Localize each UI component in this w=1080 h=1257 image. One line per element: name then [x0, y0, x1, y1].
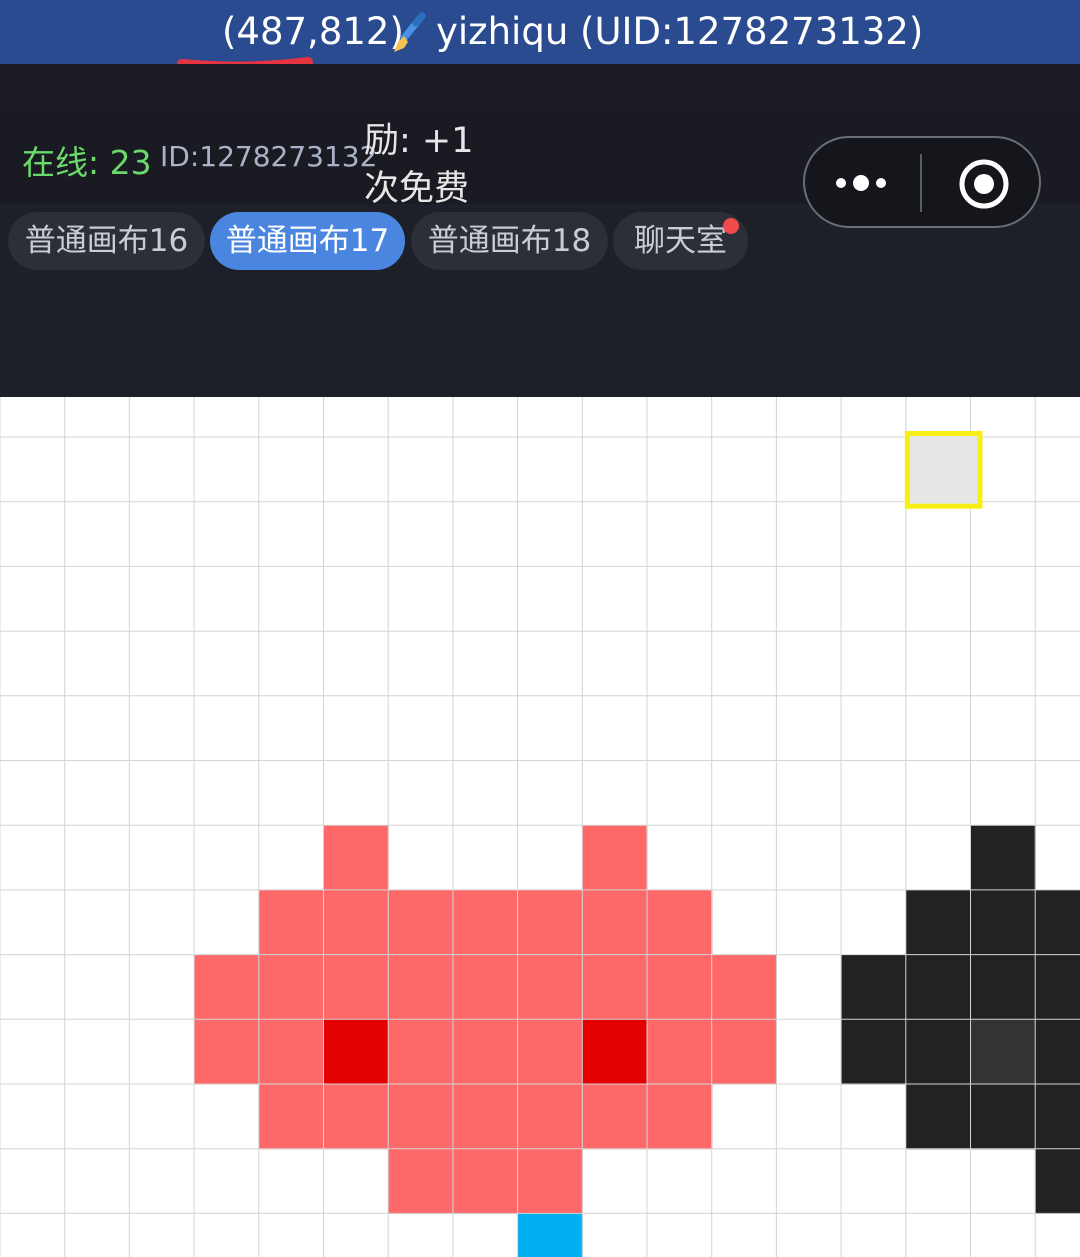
pixel-canvas[interactable] [0, 397, 1080, 1257]
pixel-cell[interactable] [258, 1084, 325, 1150]
pixel-cell[interactable] [905, 954, 972, 1020]
pixel-cell[interactable] [582, 954, 648, 1020]
toolbar-spacer [0, 64, 1080, 110]
pixel-cell[interactable] [452, 1084, 519, 1150]
tab-canvas-17[interactable]: 普通画布17 [210, 212, 405, 270]
selected-cell[interactable] [904, 431, 983, 509]
content-gap [0, 270, 1080, 397]
cursor-coordinates: (487,812) [222, 10, 404, 53]
pixel-cell[interactable] [323, 1084, 389, 1150]
tab-canvas-16[interactable]: 普通画布16 [8, 212, 205, 270]
pixel-cell[interactable] [970, 889, 1036, 956]
pixel-cell[interactable] [258, 954, 325, 1020]
pixel-cell[interactable] [841, 954, 907, 1020]
pixel-cell[interactable] [452, 1148, 519, 1214]
pixel-cell[interactable] [517, 1019, 583, 1085]
pixel-cell[interactable] [1035, 1084, 1080, 1150]
pixel-cell[interactable] [517, 1084, 583, 1150]
pixel-cell[interactable] [970, 825, 1036, 891]
pixel-cell[interactable] [841, 1019, 907, 1085]
pixel-cell[interactable] [711, 1019, 777, 1085]
pixel-cell[interactable] [970, 1019, 1036, 1085]
pixel-cell[interactable] [258, 1019, 325, 1085]
pixel-cell[interactable] [388, 1084, 454, 1150]
pixel-cell[interactable] [582, 825, 648, 891]
more-dots-icon[interactable] [834, 166, 888, 200]
pixel-cell[interactable] [388, 1019, 454, 1085]
pixel-cell[interactable] [970, 954, 1036, 1020]
pixel-cell[interactable] [517, 1213, 583, 1257]
pixel-cell[interactable] [647, 1084, 713, 1150]
pixel-cell[interactable] [258, 889, 325, 956]
pixel-cell[interactable] [323, 954, 389, 1020]
pixel-cell[interactable] [452, 1019, 519, 1085]
pixel-cell[interactable] [647, 1019, 713, 1085]
pixel-cell[interactable] [582, 889, 648, 956]
pixel-cell[interactable] [1035, 889, 1080, 956]
pixel-cell[interactable] [1035, 1019, 1080, 1085]
pixel-cell[interactable] [323, 889, 389, 956]
pixel-cell[interactable] [647, 889, 713, 956]
pixel-cell[interactable] [905, 1019, 972, 1085]
pixel-cell[interactable] [194, 1019, 260, 1085]
pixel-cell[interactable] [905, 1084, 972, 1150]
pixel-cell[interactable] [323, 825, 389, 891]
pixel-cell[interactable] [1035, 1148, 1080, 1214]
pixel-cell[interactable] [582, 1019, 648, 1085]
pixel-cell[interactable] [1035, 954, 1080, 1020]
pixel-cell[interactable] [388, 954, 454, 1020]
notification-dot [723, 218, 739, 234]
pixel-cell[interactable] [388, 889, 454, 956]
pixel-cell[interactable] [711, 954, 777, 1020]
online-count: 在线: 23 [22, 143, 152, 182]
paintbrush-icon [388, 12, 428, 56]
pixel-cell[interactable] [905, 889, 972, 956]
pixel-cell[interactable] [517, 1148, 583, 1214]
free-count-text: 次免费 [364, 169, 470, 209]
pixel-cell[interactable] [517, 889, 583, 956]
pixel-cell[interactable] [323, 1019, 389, 1085]
pixel-cell[interactable] [194, 954, 260, 1020]
pixel-cell[interactable] [452, 889, 519, 956]
pixel-cell[interactable] [452, 954, 519, 1020]
capsule-divider [920, 154, 922, 212]
pixel-cell[interactable] [388, 1148, 454, 1214]
reward-text: 励: +1 [364, 121, 474, 161]
pixel-cell[interactable] [647, 954, 713, 1020]
user-name: yizhiqu (UID:1278273132) [436, 10, 924, 53]
target-icon[interactable] [957, 157, 1011, 211]
user-id-label: ID:1278273132 [160, 140, 378, 173]
pixel-cell[interactable] [517, 954, 583, 1020]
tab-canvas-18[interactable]: 普通画布18 [411, 212, 608, 270]
pixel-cell[interactable] [970, 1084, 1036, 1150]
pixel-cell[interactable] [582, 1084, 648, 1150]
